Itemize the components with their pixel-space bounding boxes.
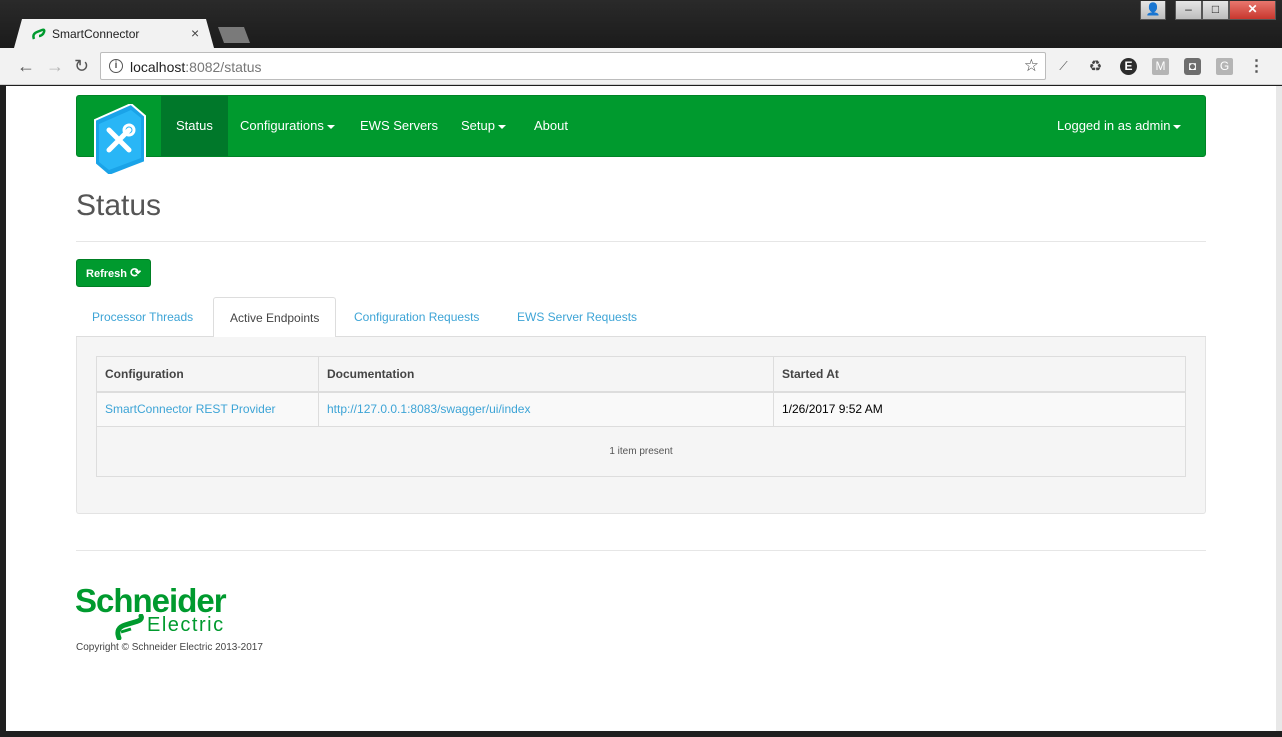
refresh-icon: ⟳ [130, 265, 141, 280]
nav-user-menu[interactable]: Logged in as admin [1042, 96, 1196, 156]
cell-started-at: 1/26/2017 9:52 AM [773, 391, 1186, 427]
ext-e-icon[interactable]: E [1120, 58, 1137, 75]
column-header-configuration[interactable]: Configuration [96, 356, 319, 393]
table-footer-row: 1 item present [96, 426, 1186, 477]
minimize-icon[interactable]: – [1175, 1, 1202, 20]
bookmark-star-icon[interactable]: ☆ [1024, 56, 1039, 76]
back-arrow-icon[interactable]: ← [17, 57, 35, 75]
divider [76, 550, 1206, 551]
top-navbar: Status Configurations EWS Servers Setup … [76, 95, 1206, 174]
tab-close-icon[interactable]: × [191, 25, 199, 41]
site-info-icon[interactable]: i [109, 59, 123, 73]
nav-about[interactable]: About [519, 96, 583, 156]
column-header-started-at[interactable]: Started At [773, 356, 1186, 393]
nav-setup-label: Setup [461, 118, 495, 133]
documentation-link[interactable]: http://127.0.0.1:8083/swagger/ui/index [327, 402, 530, 416]
ext-pocket-icon[interactable]: ◘ [1184, 58, 1201, 75]
browser-menu-icon[interactable]: ⋮ [1248, 58, 1265, 75]
schneider-electric-logo: Schneider Electric [75, 584, 227, 640]
tab-title: SmartConnector [52, 27, 140, 41]
browser-tab[interactable]: SmartConnector × [14, 19, 214, 48]
user-profile-icon[interactable]: 👤 [1140, 1, 1166, 20]
smartconnector-logo-icon[interactable] [91, 104, 147, 174]
table-row: SmartConnector REST Provider http://127.… [96, 391, 1186, 427]
caret-down-icon [497, 124, 506, 129]
table-header-row: Configuration Documentation Started At [96, 356, 1186, 393]
copyright-text: Copyright © Schneider Electric 2013-2017 [76, 642, 263, 653]
schneider-swoosh-icon [115, 614, 144, 640]
cell-configuration: SmartConnector REST Provider [96, 391, 319, 427]
address-bar[interactable]: i localhost:8082/status ☆ [100, 52, 1046, 80]
items-count: 1 item present [96, 426, 1186, 477]
divider [76, 241, 1206, 242]
browser-titlebar: SmartConnector × 👤 – □ ✕ [0, 0, 1282, 48]
nav-configurations-label: Configurations [240, 118, 324, 133]
url-text[interactable]: localhost:8082/status [130, 59, 262, 75]
window-edge [1276, 86, 1282, 731]
nav-status[interactable]: Status [161, 96, 228, 156]
configuration-link[interactable]: SmartConnector REST Provider [105, 402, 276, 416]
column-header-documentation[interactable]: Documentation [318, 356, 774, 393]
refresh-button[interactable]: Refresh ⟳ [76, 259, 151, 287]
caret-down-icon [326, 124, 335, 129]
schneider-favicon-icon [32, 28, 46, 40]
tab-active-endpoints[interactable]: Active Endpoints [213, 297, 337, 338]
tab-processor-threads[interactable]: Processor Threads [76, 297, 209, 337]
url-path: :8082/status [185, 59, 262, 75]
browser-toolbar: ← → ↻ i localhost:8082/status ☆ ⟋ ♻ E M … [0, 48, 1282, 85]
url-host: localhost [130, 59, 186, 75]
ext-g-icon[interactable]: G [1216, 58, 1233, 75]
refresh-label: Refresh [86, 268, 127, 280]
nav-setup[interactable]: Setup [446, 96, 521, 156]
nav-configurations[interactable]: Configurations [225, 96, 350, 156]
page-title: Status [76, 189, 162, 222]
ext-pick-icon[interactable]: ⟋ [1055, 58, 1072, 75]
new-tab-button[interactable] [218, 27, 250, 43]
maximize-icon[interactable]: □ [1202, 1, 1229, 20]
status-tabs: Processor Threads Active Endpoints Confi… [76, 297, 1206, 338]
brand-electric: Electric [147, 614, 225, 636]
tab-content-panel: Configuration Documentation Started At S… [76, 337, 1206, 514]
reload-icon[interactable]: ↻ [74, 57, 89, 75]
caret-down-icon [1173, 124, 1182, 129]
nav-ews-servers[interactable]: EWS Servers [345, 96, 453, 156]
cell-documentation: http://127.0.0.1:8083/swagger/ui/index [318, 391, 774, 427]
tab-ews-server-requests[interactable]: EWS Server Requests [501, 297, 653, 337]
endpoints-table: Configuration Documentation Started At S… [96, 356, 1186, 477]
close-window-icon[interactable]: ✕ [1229, 1, 1276, 20]
recycle-icon[interactable]: ♻ [1087, 58, 1104, 75]
page-viewport: Status Configurations EWS Servers Setup … [6, 86, 1276, 731]
brand-sub: Electric [115, 612, 245, 642]
ext-m-icon[interactable]: M [1152, 58, 1169, 75]
forward-arrow-icon[interactable]: → [46, 57, 64, 75]
user-menu-label: Logged in as admin [1057, 118, 1171, 133]
tab-configuration-requests[interactable]: Configuration Requests [338, 297, 495, 337]
